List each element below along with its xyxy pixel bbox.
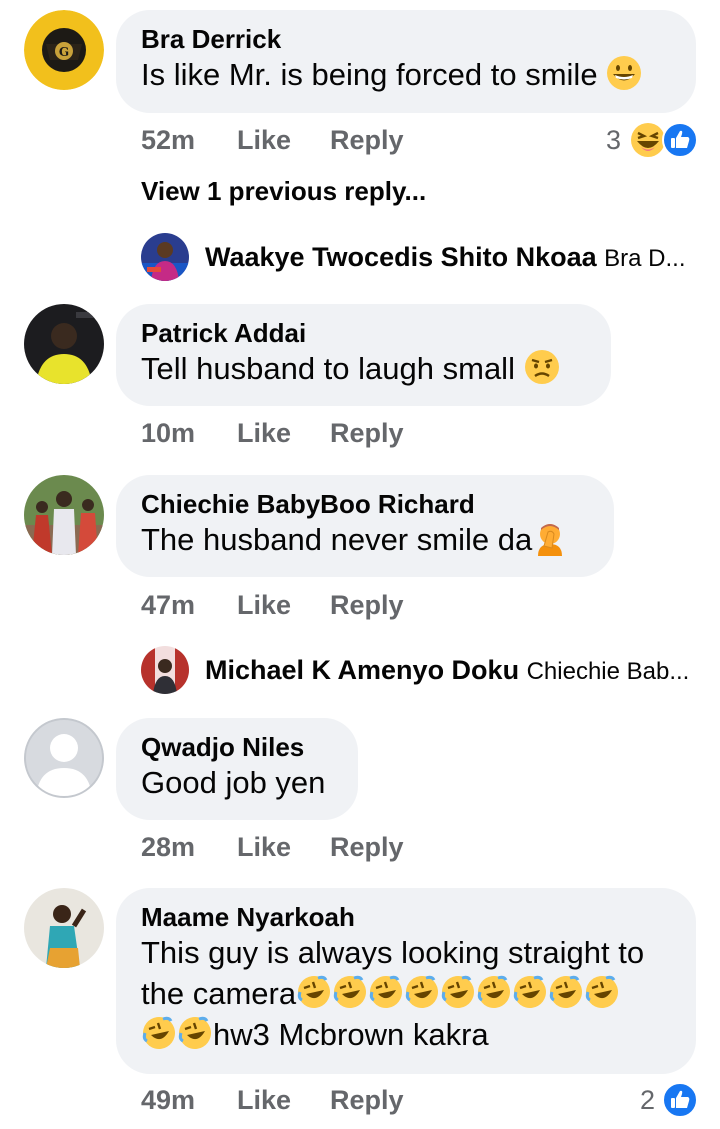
- person-photo-icon: [141, 646, 189, 694]
- rofl-face-icon: [178, 1016, 211, 1049]
- rofl-face-icon: [333, 975, 367, 1008]
- reply-button[interactable]: Reply: [330, 415, 404, 451]
- gold-crest-icon: G: [24, 10, 104, 90]
- reply-button[interactable]: Reply: [330, 1082, 404, 1118]
- reply-preview-row[interactable]: Waakye Twocedis Shito Nkoaa Bra D...: [141, 233, 701, 281]
- person-photo-icon: [24, 304, 104, 384]
- comment-text: hw3 Mcbrown kakra: [141, 1014, 670, 1055]
- person-photo-icon: [141, 233, 189, 281]
- reply-preview-text: Chiechie Bab...: [526, 658, 690, 685]
- like-button[interactable]: Like: [237, 122, 291, 158]
- svg-text:G: G: [59, 45, 69, 59]
- comment-time[interactable]: 47m: [141, 587, 195, 623]
- rofl-face-icon: [405, 975, 439, 1008]
- like-button[interactable]: Like: [237, 587, 291, 623]
- comment-text: the camera: [141, 973, 670, 1014]
- comment-time[interactable]: 10m: [141, 415, 195, 451]
- rofl-face-icon: [513, 975, 547, 1008]
- rofl-face-icon: [369, 975, 403, 1008]
- avatar-chiechie-babyboo-richard[interactable]: [24, 475, 104, 555]
- reply-button[interactable]: Reply: [330, 829, 404, 865]
- like-button[interactable]: Like: [237, 829, 291, 865]
- comment-text: Is like Mr. is being forced to smile: [141, 54, 670, 95]
- comment-author[interactable]: Bra Derrick: [141, 24, 670, 54]
- comment-text: Tell husband to laugh small: [141, 348, 585, 389]
- view-previous-replies-link[interactable]: View 1 previous reply...: [141, 176, 426, 207]
- rofl-face-icon: [477, 975, 511, 1008]
- comment-time[interactable]: 49m: [141, 1082, 195, 1118]
- reply-preview-row[interactable]: Michael K Amenyo Doku Chiechie Bab...: [141, 646, 701, 694]
- reply-preview-text: Bra D...: [604, 245, 686, 272]
- frowning-face-icon: [524, 350, 559, 384]
- reply-author: Michael K Amenyo Doku Chiechie Bab...: [205, 655, 690, 685]
- reply-avatar[interactable]: [141, 646, 189, 694]
- rofl-face-icon: [297, 975, 331, 1008]
- comment-time[interactable]: 28m: [141, 829, 195, 865]
- reaction-summary[interactable]: 2: [640, 1082, 655, 1118]
- rofl-face-icon: [441, 975, 475, 1008]
- comment-author[interactable]: Qwadjo Niles: [141, 732, 332, 762]
- comment-author[interactable]: Chiechie BabyBoo Richard: [141, 489, 588, 519]
- like-reaction-icon: [662, 122, 698, 158]
- reply-button[interactable]: Reply: [330, 122, 404, 158]
- rofl-face-icon: [585, 975, 619, 1008]
- comment-time[interactable]: 52m: [141, 122, 195, 158]
- like-reaction-icon: [662, 1082, 698, 1118]
- avatar-maame-nyarkoah[interactable]: [24, 888, 104, 968]
- reaction-summary[interactable]: 3: [606, 122, 621, 158]
- avatar-qwadjo-niles[interactable]: [24, 718, 104, 798]
- comment-bubble: Chiechie BabyBoo Richard The husband nev…: [116, 475, 614, 577]
- comment-bubble: Maame Nyarkoah This guy is always lookin…: [116, 888, 696, 1074]
- reaction-count: 3: [606, 125, 622, 155]
- reply-author: Waakye Twocedis Shito Nkoaa Bra D...: [205, 242, 686, 272]
- comment-bubble: Qwadjo Niles Good job yen: [116, 718, 358, 820]
- avatar-bra-derrick[interactable]: G: [24, 10, 104, 90]
- grinning-face-icon: [607, 56, 642, 90]
- comment-author[interactable]: Maame Nyarkoah: [141, 902, 670, 932]
- person-photo-icon: [24, 888, 104, 968]
- comment-text: This guy is always looking straight to: [141, 935, 645, 970]
- person-photo-icon: [24, 475, 104, 555]
- like-button[interactable]: Like: [237, 415, 291, 451]
- reply-button[interactable]: Reply: [330, 587, 404, 623]
- reaction-count: 2: [640, 1085, 656, 1115]
- comment-text: Good job yen: [141, 765, 326, 800]
- rofl-face-icon: [549, 975, 583, 1008]
- rofl-face-icon: [142, 1016, 175, 1049]
- reply-avatar[interactable]: [141, 233, 189, 281]
- facepalm-icon: [538, 524, 563, 556]
- comment-author[interactable]: Patrick Addai: [141, 318, 585, 348]
- default-profile-icon: [24, 718, 104, 798]
- comment-bubble: Patrick Addai Tell husband to laugh smal…: [116, 304, 611, 406]
- avatar-patrick-addai[interactable]: [24, 304, 104, 384]
- comment-text: The husband never smile da: [141, 519, 588, 560]
- laughing-face-icon: [631, 123, 665, 157]
- comment-bubble: Bra Derrick Is like Mr. is being forced …: [116, 10, 696, 113]
- like-button[interactable]: Like: [237, 1082, 291, 1118]
